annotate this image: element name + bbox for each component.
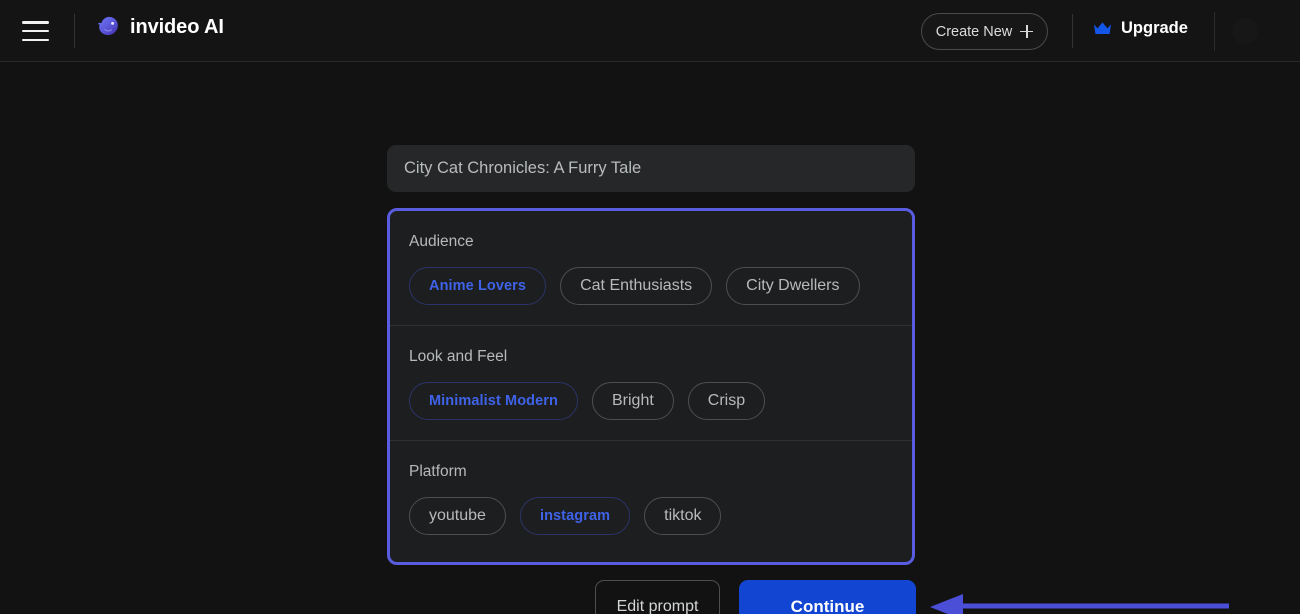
chip-tiktok[interactable]: tiktok xyxy=(644,497,722,535)
brand-name: invideo AI xyxy=(130,15,224,38)
hamburger-bar xyxy=(22,38,49,41)
hamburger-menu-icon[interactable] xyxy=(22,21,49,41)
header-divider xyxy=(74,14,75,48)
app-header: invideo AI Create New Upgrade xyxy=(0,0,1300,62)
create-new-button[interactable]: Create New xyxy=(921,13,1048,50)
continue-button[interactable]: Continue xyxy=(739,580,916,614)
option-section-audience: Audience Anime Lovers Cat Enthusiasts Ci… xyxy=(390,211,912,325)
chip-cat-enthusiasts[interactable]: Cat Enthusiasts xyxy=(560,267,713,305)
hamburger-bar xyxy=(22,21,49,24)
edit-prompt-button[interactable]: Edit prompt xyxy=(595,580,720,614)
chip-row-look-and-feel: Minimalist Modern Bright Crisp xyxy=(409,382,893,420)
brand-logo-link[interactable]: invideo AI xyxy=(95,14,224,40)
chip-row-audience: Anime Lovers Cat Enthusiasts City Dwelle… xyxy=(409,267,893,305)
plus-icon xyxy=(1020,25,1034,38)
option-section-platform: Platform youtube instagram tiktok xyxy=(390,440,912,555)
avatar[interactable] xyxy=(1232,18,1258,44)
option-section-look-and-feel: Look and Feel Minimalist Modern Bright C… xyxy=(390,325,912,440)
create-new-label: Create New xyxy=(935,23,1013,40)
section-label: Look and Feel xyxy=(409,348,508,365)
video-title-value: City Cat Chronicles: A Furry Tale xyxy=(404,159,642,177)
invideo-blob-logo-icon xyxy=(95,14,121,40)
header-divider xyxy=(1072,14,1073,48)
section-label: Audience xyxy=(409,233,474,250)
chip-crisp[interactable]: Crisp xyxy=(687,382,766,420)
chip-youtube[interactable]: youtube xyxy=(409,497,506,535)
chip-minimalist-modern[interactable]: Minimalist Modern xyxy=(409,382,578,420)
section-label: Platform xyxy=(409,463,467,480)
left-arrow-annotation-icon xyxy=(925,590,1235,614)
video-title-input[interactable]: City Cat Chronicles: A Furry Tale xyxy=(387,145,915,192)
chip-bright[interactable]: Bright xyxy=(592,382,674,420)
chip-city-dwellers[interactable]: City Dwellers xyxy=(726,267,860,305)
upgrade-label: Upgrade xyxy=(1121,19,1188,37)
chip-instagram[interactable]: instagram xyxy=(519,497,631,535)
hamburger-bar xyxy=(22,29,49,33)
chip-anime-lovers[interactable]: Anime Lovers xyxy=(409,267,547,305)
header-divider xyxy=(1214,12,1215,51)
crown-icon xyxy=(1093,21,1112,36)
options-card: Audience Anime Lovers Cat Enthusiasts Ci… xyxy=(387,208,915,565)
main-content: City Cat Chronicles: A Furry Tale Audien… xyxy=(0,62,1300,614)
upgrade-button[interactable]: Upgrade xyxy=(1093,19,1188,38)
chip-row-platform: youtube instagram tiktok xyxy=(409,497,893,535)
